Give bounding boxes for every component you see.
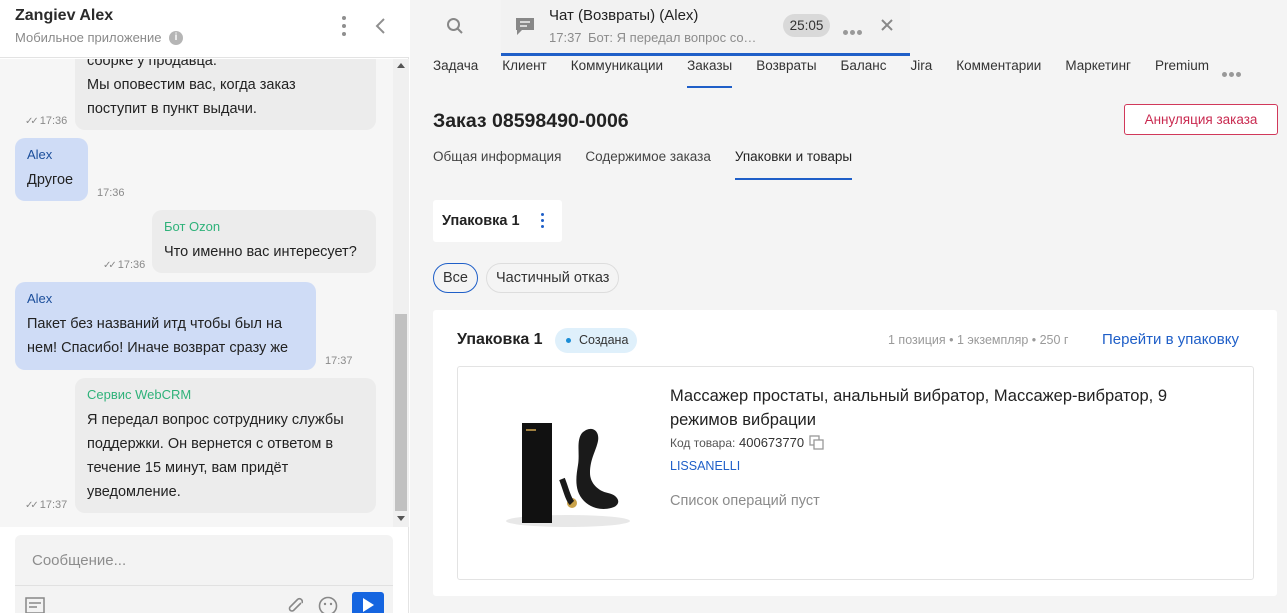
scroll-thumb[interactable] [395, 314, 407, 511]
message-composer [15, 535, 393, 613]
message-scrollbar[interactable] [393, 59, 409, 527]
tab-general-info[interactable]: Общая информация [433, 149, 561, 180]
template-icon[interactable] [25, 597, 45, 613]
message-sender: Alex [27, 291, 53, 306]
chat-bubble-icon [516, 18, 534, 35]
operations-empty-text: Список операций пуст [670, 493, 820, 509]
chat-panel: Zangiev Alex Мобильное приложение i сбор… [0, 0, 409, 613]
chevron-left-icon[interactable] [371, 14, 391, 38]
tab-returns[interactable]: Возвраты [756, 56, 816, 88]
tab-client[interactable]: Клиент [502, 56, 546, 88]
chat-menu-icon[interactable] [336, 14, 352, 40]
timer-badge: 25:05 [783, 14, 830, 37]
tab-balance[interactable]: Баланс [841, 56, 887, 88]
message-bubble: Сервис WebCRM Я передал вопрос сотрудник… [75, 378, 376, 513]
tab-marketing[interactable]: Маркетинг [1065, 56, 1131, 88]
message-time: 17:37 [325, 355, 353, 367]
package-menu-icon[interactable] [541, 213, 545, 229]
close-icon[interactable] [879, 17, 895, 33]
product-brand-link[interactable]: LISSANELLI [670, 459, 740, 473]
chat-widget-title: Чат (Возвраты) (Alex) [549, 7, 699, 24]
product-image[interactable] [498, 407, 630, 531]
message-line: нем! Спасибо! Иначе возврат сразу же [27, 340, 289, 356]
emoji-icon[interactable] [318, 596, 338, 613]
send-button[interactable] [352, 592, 384, 613]
more-tabs-icon[interactable] [1222, 64, 1244, 77]
chat-header: Zangiev Alex Мобильное приложение i [0, 0, 409, 58]
top-tabs: Задача Клиент Коммуникации Заказы Возвра… [433, 56, 1233, 88]
status-badge: Создана [555, 328, 638, 353]
goto-package-link[interactable]: Перейти в упаковку [1102, 331, 1239, 348]
product-code-label: Код товара: [670, 436, 736, 450]
chat-widget-time: 17:37 [549, 30, 582, 45]
composer-divider [15, 585, 393, 586]
message-time: 17:36 [97, 187, 125, 199]
message-line: течение 15 минут, вам придёт [87, 460, 289, 476]
tab-task[interactable]: Задача [433, 56, 478, 88]
cancel-order-button[interactable]: Аннуляция заказа [1124, 104, 1278, 135]
scroll-down-arrow-icon[interactable] [397, 516, 405, 521]
scroll-up-arrow-icon[interactable] [397, 63, 405, 68]
read-check-icon: ✓✓ [25, 116, 39, 127]
filters: Все Частичный отказ [433, 263, 627, 293]
message-sender: Alex [27, 147, 53, 162]
page-title: Заказ 08598490-0006 [433, 110, 629, 132]
package-meta: 1 позиция • 1 экземпляр • 250 г [888, 333, 1069, 347]
send-icon [363, 598, 374, 612]
message-text: Что именно вас интересует? [164, 244, 357, 260]
message-input[interactable] [15, 535, 393, 585]
package-title: Упаковка 1 [457, 331, 543, 348]
message-line: уведомление. [87, 484, 181, 500]
read-check-icon: ✓✓ [25, 500, 39, 511]
filter-all[interactable]: Все [433, 263, 478, 293]
contact-source: Мобильное приложение [15, 30, 162, 45]
tab-orders[interactable]: Заказы [687, 56, 733, 88]
message-list: сборке у продавца. Мы оповестим вас, ког… [0, 59, 393, 527]
message-sender: Бот Ozon [164, 219, 221, 234]
order-sub-tabs: Общая информация Содержимое заказа Упако… [433, 149, 876, 180]
tab-communications[interactable]: Коммуникации [571, 56, 663, 88]
chat-widget-preview: Бот: Я передал вопрос сотрудни... [588, 30, 760, 45]
message-text: Другое [27, 172, 74, 188]
filter-partial-refusal[interactable]: Частичный отказ [486, 263, 620, 293]
message-line: сборке у продавца. [87, 59, 217, 69]
order-panel: Чат (Возвраты) (Alex) 17:37 Бот: Я перед… [410, 0, 1287, 613]
message-line: Я передал вопрос сотруднику службы [87, 412, 344, 428]
product-code: 400673770 [739, 435, 805, 450]
status-text: Создана [579, 333, 629, 347]
message-bubble: Alex Другое [15, 138, 88, 201]
contact-name: Zangiev Alex [15, 7, 114, 24]
message-line: поступит в пункт выдачи. [87, 101, 257, 117]
message-time: ✓✓ 17:37 [25, 499, 68, 511]
message-line: Мы оповестим вас, когда заказ [87, 77, 296, 93]
more-icon[interactable] [843, 22, 865, 35]
message-bubble: Бот Ozon Что именно вас интересует? [152, 210, 376, 273]
tab-order-contents[interactable]: Содержимое заказа [585, 149, 710, 180]
paperclip-icon[interactable] [283, 595, 303, 613]
message-time: ✓✓ 17:36 [103, 259, 146, 271]
tab-packages-and-goods[interactable]: Упаковки и товары [734, 149, 853, 180]
tab-jira[interactable]: Jira [911, 56, 933, 88]
message-bubble: сборке у продавца. Мы оповестим вас, ког… [75, 59, 376, 130]
message-line: Пакет без названий итд чтобы был на [27, 316, 283, 332]
status-dot [566, 338, 571, 343]
message-sender: Сервис WebCRM [87, 387, 192, 402]
package-selector-label: Упаковка 1 [442, 213, 520, 229]
active-chat-widget[interactable]: Чат (Возвраты) (Alex) 17:37 Бот: Я перед… [501, 0, 910, 56]
tab-comments[interactable]: Комментарии [956, 56, 1041, 88]
product-item: Массажер простаты, анальный вибратор, Ма… [457, 366, 1254, 580]
message-line: поддержки. Он вернется с ответом в [87, 436, 334, 452]
product-name: Массажер простаты, анальный вибратор, Ма… [670, 387, 1168, 429]
package-card: Упаковка 1 Создана 1 позиция • 1 экземпл… [433, 310, 1277, 596]
package-selector[interactable]: Упаковка 1 [433, 200, 562, 242]
copy-icon[interactable] [809, 435, 824, 450]
read-check-icon: ✓✓ [103, 260, 117, 271]
message-bubble: Alex Пакет без названий итд чтобы был на… [15, 282, 316, 370]
tab-premium[interactable]: Premium [1155, 56, 1209, 88]
message-time: ✓✓ 17:36 [25, 115, 68, 127]
info-icon[interactable]: i [169, 31, 183, 45]
search-icon[interactable] [446, 17, 464, 35]
